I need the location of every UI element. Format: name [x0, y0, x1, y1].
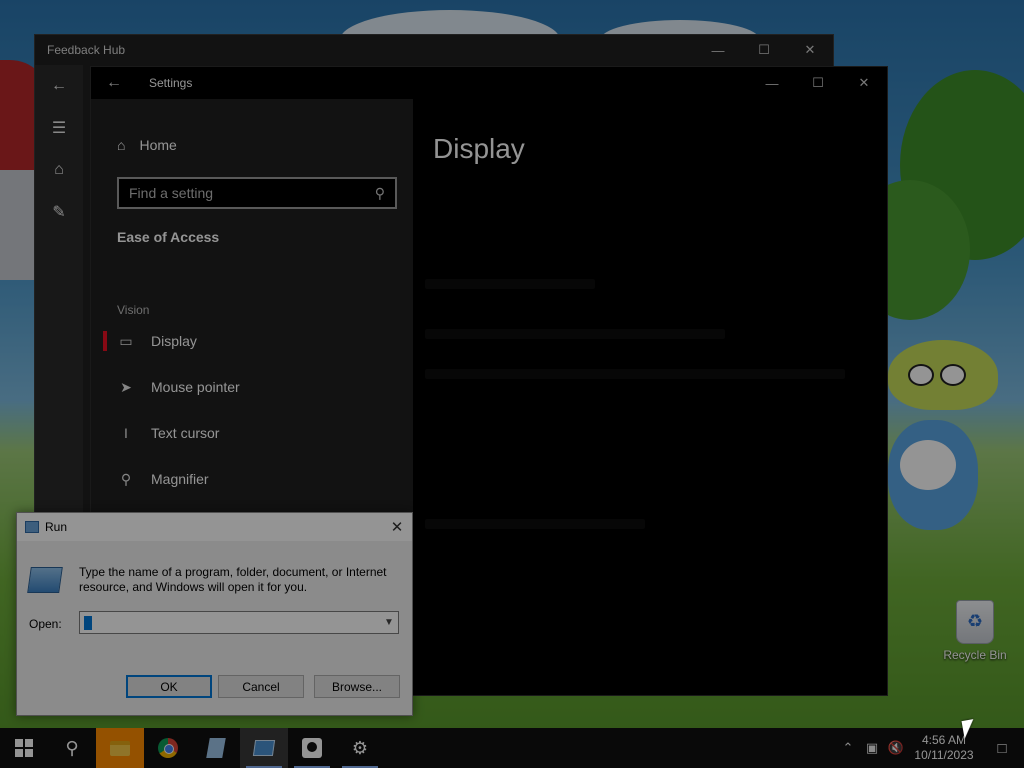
back-arrow-icon[interactable]: ← — [35, 65, 83, 107]
start-button[interactable] — [0, 728, 48, 768]
run-dialog-titlebar[interactable]: Run ✕ — [17, 513, 412, 541]
mouse-pointer-icon: ➤ — [120, 378, 132, 395]
home-icon: ⌂ — [117, 137, 126, 153]
maximize-button[interactable]: ☐ — [741, 35, 787, 65]
page-title: Display — [433, 133, 525, 164]
close-button[interactable]: ✕ — [841, 68, 887, 98]
taskbar-feedback-hub[interactable] — [288, 728, 336, 768]
close-button[interactable]: ✕ — [382, 513, 412, 541]
ok-button[interactable]: OK — [126, 675, 212, 698]
open-label: Open: — [29, 617, 62, 631]
sidebar-item-text-cursor[interactable]: I Text cursor — [103, 413, 403, 453]
feedback-hub-titlebar[interactable]: Feedback Hub — ☐ ✕ — [35, 35, 833, 65]
search-settings-box[interactable]: ⚲ — [117, 177, 397, 209]
run-app-icon — [252, 740, 276, 756]
chevron-up-icon[interactable]: ⌃ — [836, 728, 860, 768]
settings-titlebar[interactable]: ← Settings — ☐ ✕ — [91, 67, 887, 99]
sidebar-item-home[interactable]: ⌂ Home — [117, 137, 177, 153]
run-dialog: Run ✕ Type the name of a program, folder… — [16, 512, 413, 716]
taskbar-chrome[interactable] — [144, 728, 192, 768]
faded-content-placeholder — [425, 279, 595, 289]
window-title: Settings — [149, 76, 193, 90]
sidebar-item-label: Magnifier — [151, 471, 209, 487]
windows-logo-icon — [15, 739, 33, 757]
monitor-icon: ▭ — [119, 332, 133, 349]
dialog-title: Run — [45, 520, 68, 534]
volume-muted-icon[interactable]: 🔇 — [884, 728, 908, 768]
window-title: Feedback Hub — [47, 43, 126, 57]
section-title: Ease of Access — [117, 229, 220, 245]
faded-content-placeholder — [425, 369, 845, 379]
group-label: Vision — [117, 303, 150, 317]
search-icon: ⚲ — [65, 737, 79, 758]
run-app-icon — [25, 521, 39, 533]
open-input[interactable] — [92, 613, 380, 632]
gear-icon: ⚙ — [351, 737, 369, 758]
sidebar-item-display[interactable]: ▭ Display — [103, 321, 403, 361]
action-center-icon[interactable]: □ — [980, 728, 1024, 768]
faded-content-placeholder — [425, 329, 725, 339]
sidebar-item-label: Display — [151, 333, 197, 349]
run-program-icon — [27, 567, 63, 593]
feedback-hub-icon — [302, 738, 322, 758]
minimize-button[interactable]: — — [749, 68, 795, 98]
hamburger-menu-icon[interactable]: ☰ — [35, 107, 83, 149]
cancel-button[interactable]: Cancel — [218, 675, 304, 698]
taskbar-settings[interactable]: ⚙ — [336, 728, 384, 768]
sidebar-item-label: Mouse pointer — [151, 379, 240, 395]
search-input[interactable] — [129, 185, 375, 201]
sidebar-item-mouse-pointer[interactable]: ➤ Mouse pointer — [103, 367, 403, 407]
maximize-button[interactable]: ☐ — [795, 68, 841, 98]
faded-content-placeholder — [425, 519, 645, 529]
settings-main-pane: Display — [413, 99, 887, 695]
taskbar: ⚲ ⚙ ⌃ ▣ 🔇 4:56 AM 10/11/2023 □ — [0, 728, 1024, 768]
taskbar-notepad[interactable] — [192, 728, 240, 768]
chrome-icon — [158, 738, 178, 758]
browse-button[interactable]: Browse... — [314, 675, 400, 698]
chevron-down-icon[interactable]: ▼ — [380, 612, 398, 633]
sidebar-item-magnifier[interactable]: ⚲ Magnifier — [103, 459, 403, 499]
open-combobox[interactable]: ▼ — [79, 611, 399, 634]
home-icon[interactable]: ⌂ — [35, 149, 83, 191]
minimize-button[interactable]: — — [695, 35, 741, 65]
recycle-bin-desktop-icon[interactable]: Recycle Bin — [934, 600, 1016, 662]
feedback-icon[interactable]: ✎ — [35, 191, 83, 233]
recycle-bin-icon — [956, 600, 994, 644]
folder-icon — [110, 740, 130, 756]
taskbar-file-explorer[interactable] — [96, 728, 144, 768]
system-tray: ⌃ ▣ 🔇 4:56 AM 10/11/2023 □ — [836, 728, 1024, 768]
recycle-bin-label: Recycle Bin — [943, 648, 1007, 662]
search-button[interactable]: ⚲ — [48, 728, 96, 768]
back-arrow-icon[interactable]: ← — [91, 67, 137, 99]
network-icon[interactable]: ▣ — [860, 728, 884, 768]
text-selection-caret — [84, 615, 92, 630]
close-button[interactable]: ✕ — [787, 35, 833, 65]
sidebar-item-label: Home — [139, 137, 177, 153]
text-cursor-icon: I — [124, 425, 128, 441]
search-icon[interactable]: ⚲ — [375, 185, 385, 202]
clock-date: 10/11/2023 — [914, 748, 974, 762]
magnifier-icon: ⚲ — [120, 470, 132, 487]
sidebar-item-label: Text cursor — [151, 425, 220, 441]
run-description: Type the name of a program, folder, docu… — [79, 565, 387, 594]
document-icon — [206, 738, 226, 758]
wallpaper-cartoon-character — [878, 340, 998, 540]
taskbar-run[interactable] — [240, 728, 288, 768]
